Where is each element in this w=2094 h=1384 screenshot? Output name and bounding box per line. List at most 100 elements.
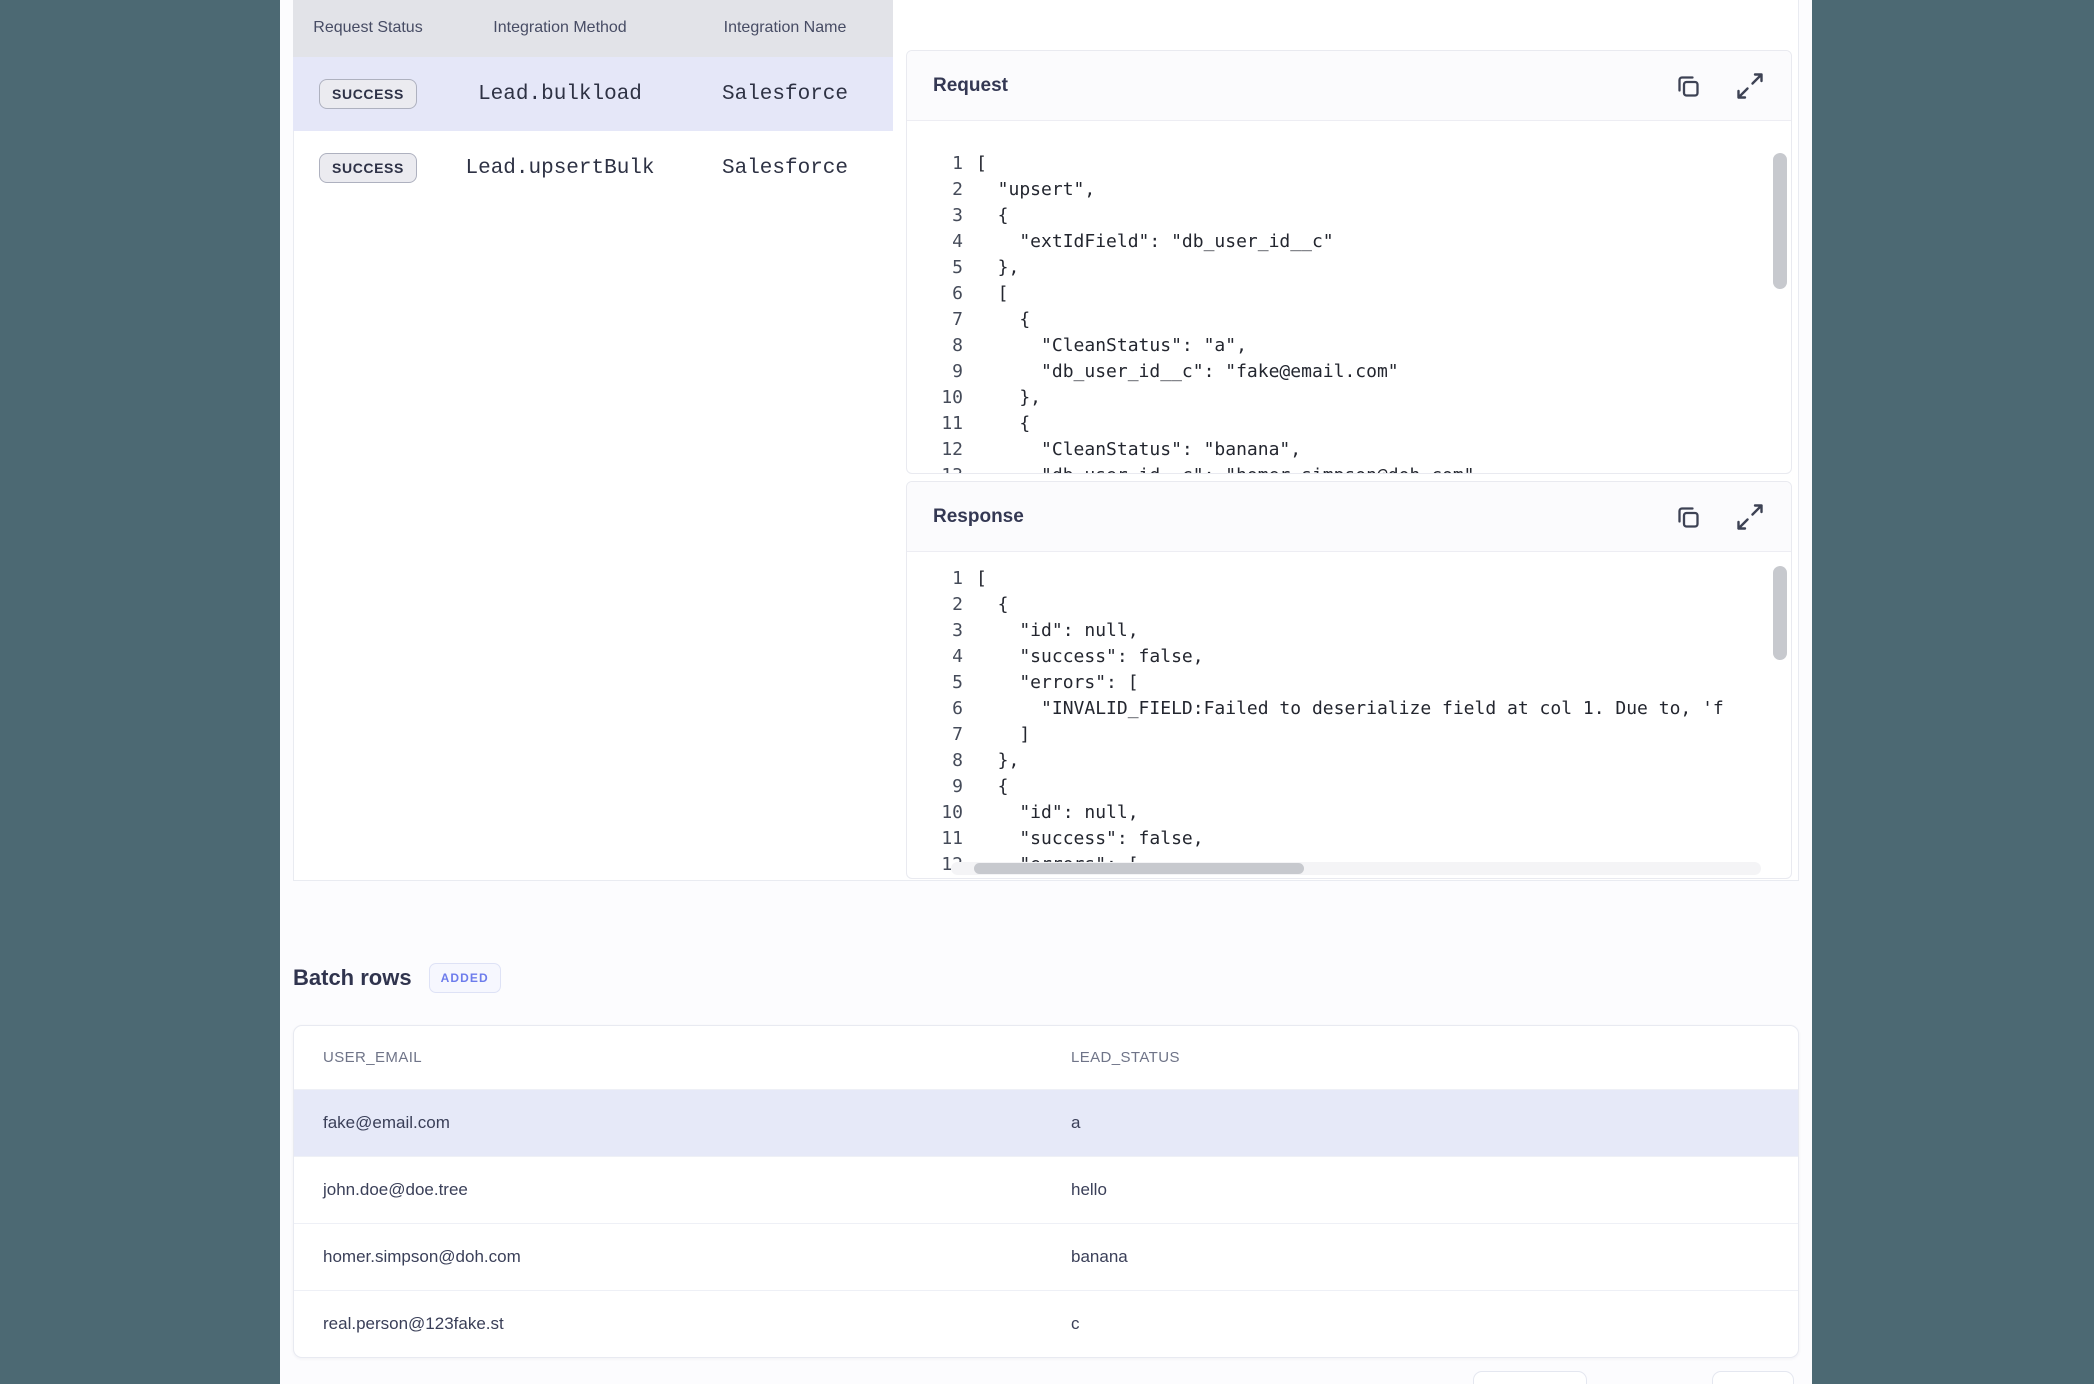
- response-panel-actions: [1673, 502, 1765, 532]
- line-number: 6: [907, 281, 976, 307]
- lead-status-cell: hello: [1071, 1180, 1798, 1200]
- line-text: "success": false,: [976, 826, 1204, 852]
- code-line: 2 "upsert",: [907, 177, 1767, 203]
- column-header-user-email: USER_EMAIL: [294, 1049, 1071, 1066]
- code-line: 5 },: [907, 255, 1767, 281]
- column-header-request-status: Request Status: [293, 0, 443, 57]
- batch-row[interactable]: homer.simpson@doh.com banana: [294, 1224, 1798, 1291]
- horizontal-scrollbar-track[interactable]: [951, 862, 1761, 875]
- integration-method-cell: Lead.bulkload: [443, 83, 677, 106]
- line-number: 13: [907, 463, 976, 473]
- batch-row[interactable]: fake@email.com a: [294, 1090, 1798, 1157]
- line-number: 11: [907, 826, 976, 852]
- response-code-viewer[interactable]: 1 [ 2 { 3 "id": null, 4 "success": false…: [907, 552, 1767, 878]
- user-email-cell: real.person@123fake.st: [294, 1314, 1071, 1334]
- column-header-lead-status: LEAD_STATUS: [1071, 1049, 1798, 1066]
- line-number: 5: [907, 670, 976, 696]
- request-row[interactable]: SUCCESS Lead.bulkload Salesforce: [293, 57, 893, 131]
- batch-row[interactable]: john.doe@doe.tree hello: [294, 1157, 1798, 1224]
- vertical-scrollbar-thumb[interactable]: [1773, 566, 1787, 660]
- requests-table-header: Request Status Integration Method Integr…: [293, 0, 893, 57]
- code-line: 6 [: [907, 281, 1767, 307]
- line-number: 2: [907, 592, 976, 618]
- lead-status-cell: c: [1071, 1314, 1798, 1334]
- expand-icon[interactable]: [1735, 71, 1765, 101]
- line-number: 7: [907, 722, 976, 748]
- line-number: 7: [907, 307, 976, 333]
- integration-method-cell: Lead.upsertBulk: [443, 157, 677, 180]
- line-text: "success": false,: [976, 644, 1204, 670]
- code-line: 2 {: [907, 592, 1767, 618]
- line-number: 1: [907, 151, 976, 177]
- code-line: 13 "db_user_id__c": "homer.simpson@doh.c…: [907, 463, 1767, 473]
- line-number: 11: [907, 411, 976, 437]
- line-text: {: [976, 592, 1009, 618]
- copy-icon[interactable]: [1673, 502, 1703, 532]
- line-text: "id": null,: [976, 800, 1139, 826]
- line-text: "id": null,: [976, 618, 1139, 644]
- request-status-cell: SUCCESS: [293, 79, 443, 109]
- batch-rows-title: Batch rows: [293, 965, 412, 991]
- code-line: 8 "CleanStatus": "a",: [907, 333, 1767, 359]
- line-text: "errors": [: [976, 670, 1139, 696]
- line-number: 5: [907, 255, 976, 281]
- batch-row[interactable]: real.person@123fake.st c: [294, 1291, 1798, 1358]
- line-text: [: [976, 151, 987, 177]
- line-text: [: [976, 281, 1009, 307]
- request-panel-header: Request: [907, 51, 1791, 121]
- status-badge: SUCCESS: [319, 153, 417, 183]
- code-line: 7 {: [907, 307, 1767, 333]
- screen: Request Status Integration Method Integr…: [0, 0, 2094, 1384]
- code-line: 1 [: [907, 151, 1767, 177]
- code-line: 11 {: [907, 411, 1767, 437]
- user-email-cell: fake@email.com: [294, 1113, 1071, 1133]
- line-number: 9: [907, 359, 976, 385]
- code-line: 11 "success": false,: [907, 826, 1767, 852]
- line-text: {: [976, 774, 1009, 800]
- line-text: "extIdField": "db_user_id__c": [976, 229, 1334, 255]
- status-badge: SUCCESS: [319, 79, 417, 109]
- line-text: {: [976, 307, 1030, 333]
- integration-name-cell: Salesforce: [677, 157, 893, 180]
- code-line: 9 "db_user_id__c": "fake@email.com": [907, 359, 1767, 385]
- expand-icon[interactable]: [1735, 502, 1765, 532]
- line-text: "INVALID_FIELD:Failed to deserialize fie…: [976, 696, 1724, 722]
- request-panel-title: Request: [933, 75, 1008, 97]
- vertical-scrollbar-thumb[interactable]: [1773, 153, 1787, 289]
- line-text: },: [976, 748, 1019, 774]
- response-panel: Response: [906, 481, 1792, 879]
- added-badge: ADDED: [429, 963, 501, 993]
- batch-rows-table: USER_EMAIL LEAD_STATUS fake@email.com a …: [293, 1025, 1799, 1358]
- column-header-integration-name: Integration Name: [677, 0, 893, 57]
- request-row[interactable]: SUCCESS Lead.upsertBulk Salesforce: [293, 131, 893, 205]
- pagination-button-right[interactable]: [1712, 1371, 1794, 1384]
- copy-icon[interactable]: [1673, 71, 1703, 101]
- code-line: 4 "extIdField": "db_user_id__c": [907, 229, 1767, 255]
- lead-status-cell: banana: [1071, 1247, 1798, 1267]
- line-text: [: [976, 566, 987, 592]
- line-text: "CleanStatus": "a",: [976, 333, 1247, 359]
- code-line: 6 "INVALID_FIELD:Failed to deserialize f…: [907, 696, 1767, 722]
- line-text: {: [976, 203, 1009, 229]
- batch-rows-heading: Batch rows ADDED: [293, 956, 501, 1000]
- code-line: 3 "id": null,: [907, 618, 1767, 644]
- line-number: 1: [907, 566, 976, 592]
- pagination-button-left[interactable]: [1473, 1371, 1587, 1384]
- line-number: 3: [907, 203, 976, 229]
- request-code-viewer[interactable]: 1 [ 2 "upsert", 3 { 4 "extIdField": "db_…: [907, 121, 1767, 473]
- horizontal-scrollbar-thumb[interactable]: [974, 863, 1304, 874]
- main-content: Request Status Integration Method Integr…: [280, 0, 1812, 1384]
- request-status-cell: SUCCESS: [293, 153, 443, 183]
- batch-table-header: USER_EMAIL LEAD_STATUS: [294, 1026, 1798, 1090]
- line-number: 12: [907, 437, 976, 463]
- line-text: "db_user_id__c": "homer.simpson@doh.com": [976, 463, 1475, 473]
- user-email-cell: homer.simpson@doh.com: [294, 1247, 1071, 1267]
- requests-table: Request Status Integration Method Integr…: [293, 0, 893, 879]
- line-text: {: [976, 411, 1030, 437]
- user-email-cell: john.doe@doe.tree: [294, 1180, 1071, 1200]
- code-line: 3 {: [907, 203, 1767, 229]
- line-number: 4: [907, 229, 976, 255]
- response-panel-header: Response: [907, 482, 1791, 552]
- lead-status-cell: a: [1071, 1113, 1798, 1133]
- requests-table-body: SUCCESS Lead.bulkload Salesforce SUCCESS…: [293, 57, 893, 205]
